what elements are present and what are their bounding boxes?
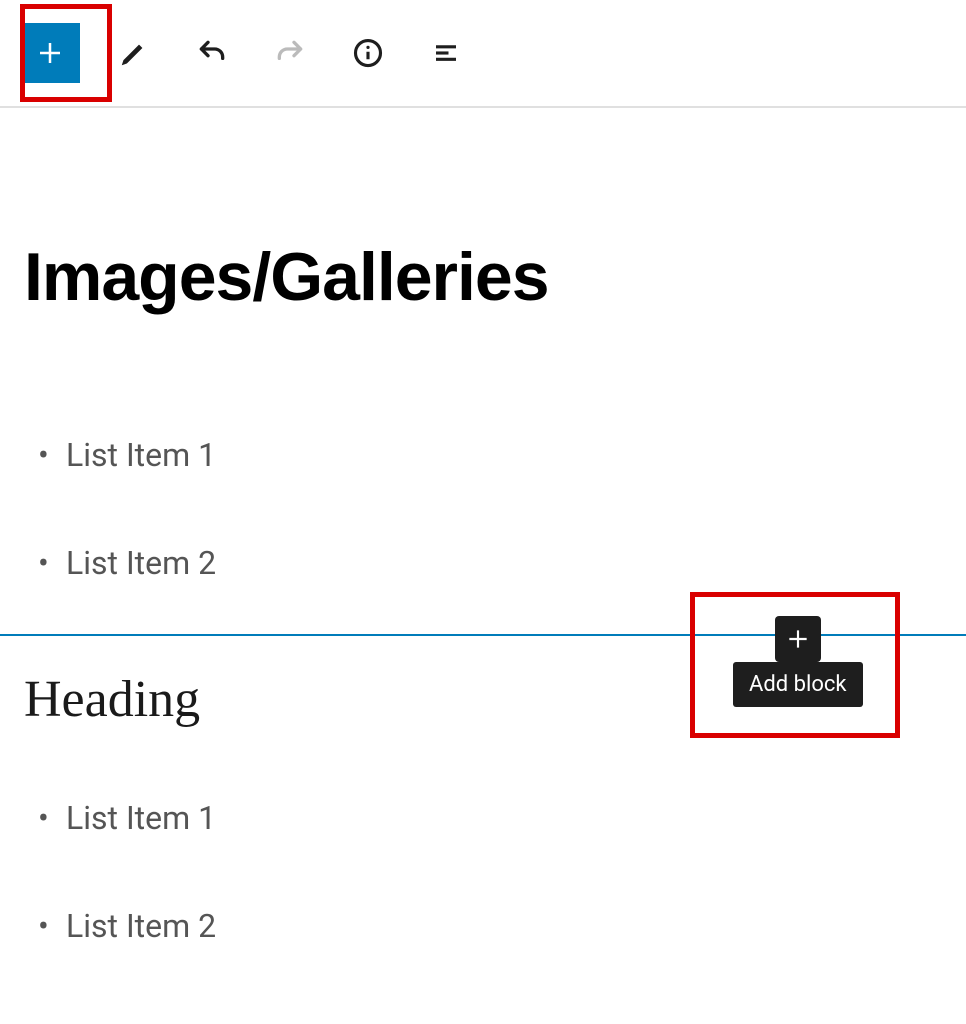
undo-icon [196,37,228,69]
plus-icon [785,626,811,652]
undo-button[interactable] [188,29,236,77]
page-title[interactable]: Images/Galleries [24,238,942,316]
info-button[interactable] [344,29,392,77]
add-block-inserter: Add block [697,608,905,754]
add-block-toolbar-button[interactable] [20,23,80,83]
info-icon [353,38,383,68]
list-block-2[interactable]: List Item 1 List Item 2 [24,799,942,945]
list-block-1[interactable]: List Item 1 List Item 2 [24,436,942,582]
add-block-button[interactable] [775,616,821,662]
list-item[interactable]: List Item 2 [38,907,942,945]
list-item[interactable]: List Item 2 [38,544,942,582]
redo-icon [274,37,306,69]
pencil-icon [119,38,149,68]
outline-button[interactable] [422,29,470,77]
list-item[interactable]: List Item 1 [38,799,942,837]
edit-mode-button[interactable] [110,29,158,77]
add-block-tooltip: Add block [733,662,863,707]
plus-icon [35,38,65,68]
editor-content: Images/Galleries List Item 1 List Item 2… [0,108,966,945]
redo-button[interactable] [266,29,314,77]
list-view-icon [431,38,461,68]
editor-toolbar [0,0,966,108]
list-item[interactable]: List Item 1 [38,436,942,474]
